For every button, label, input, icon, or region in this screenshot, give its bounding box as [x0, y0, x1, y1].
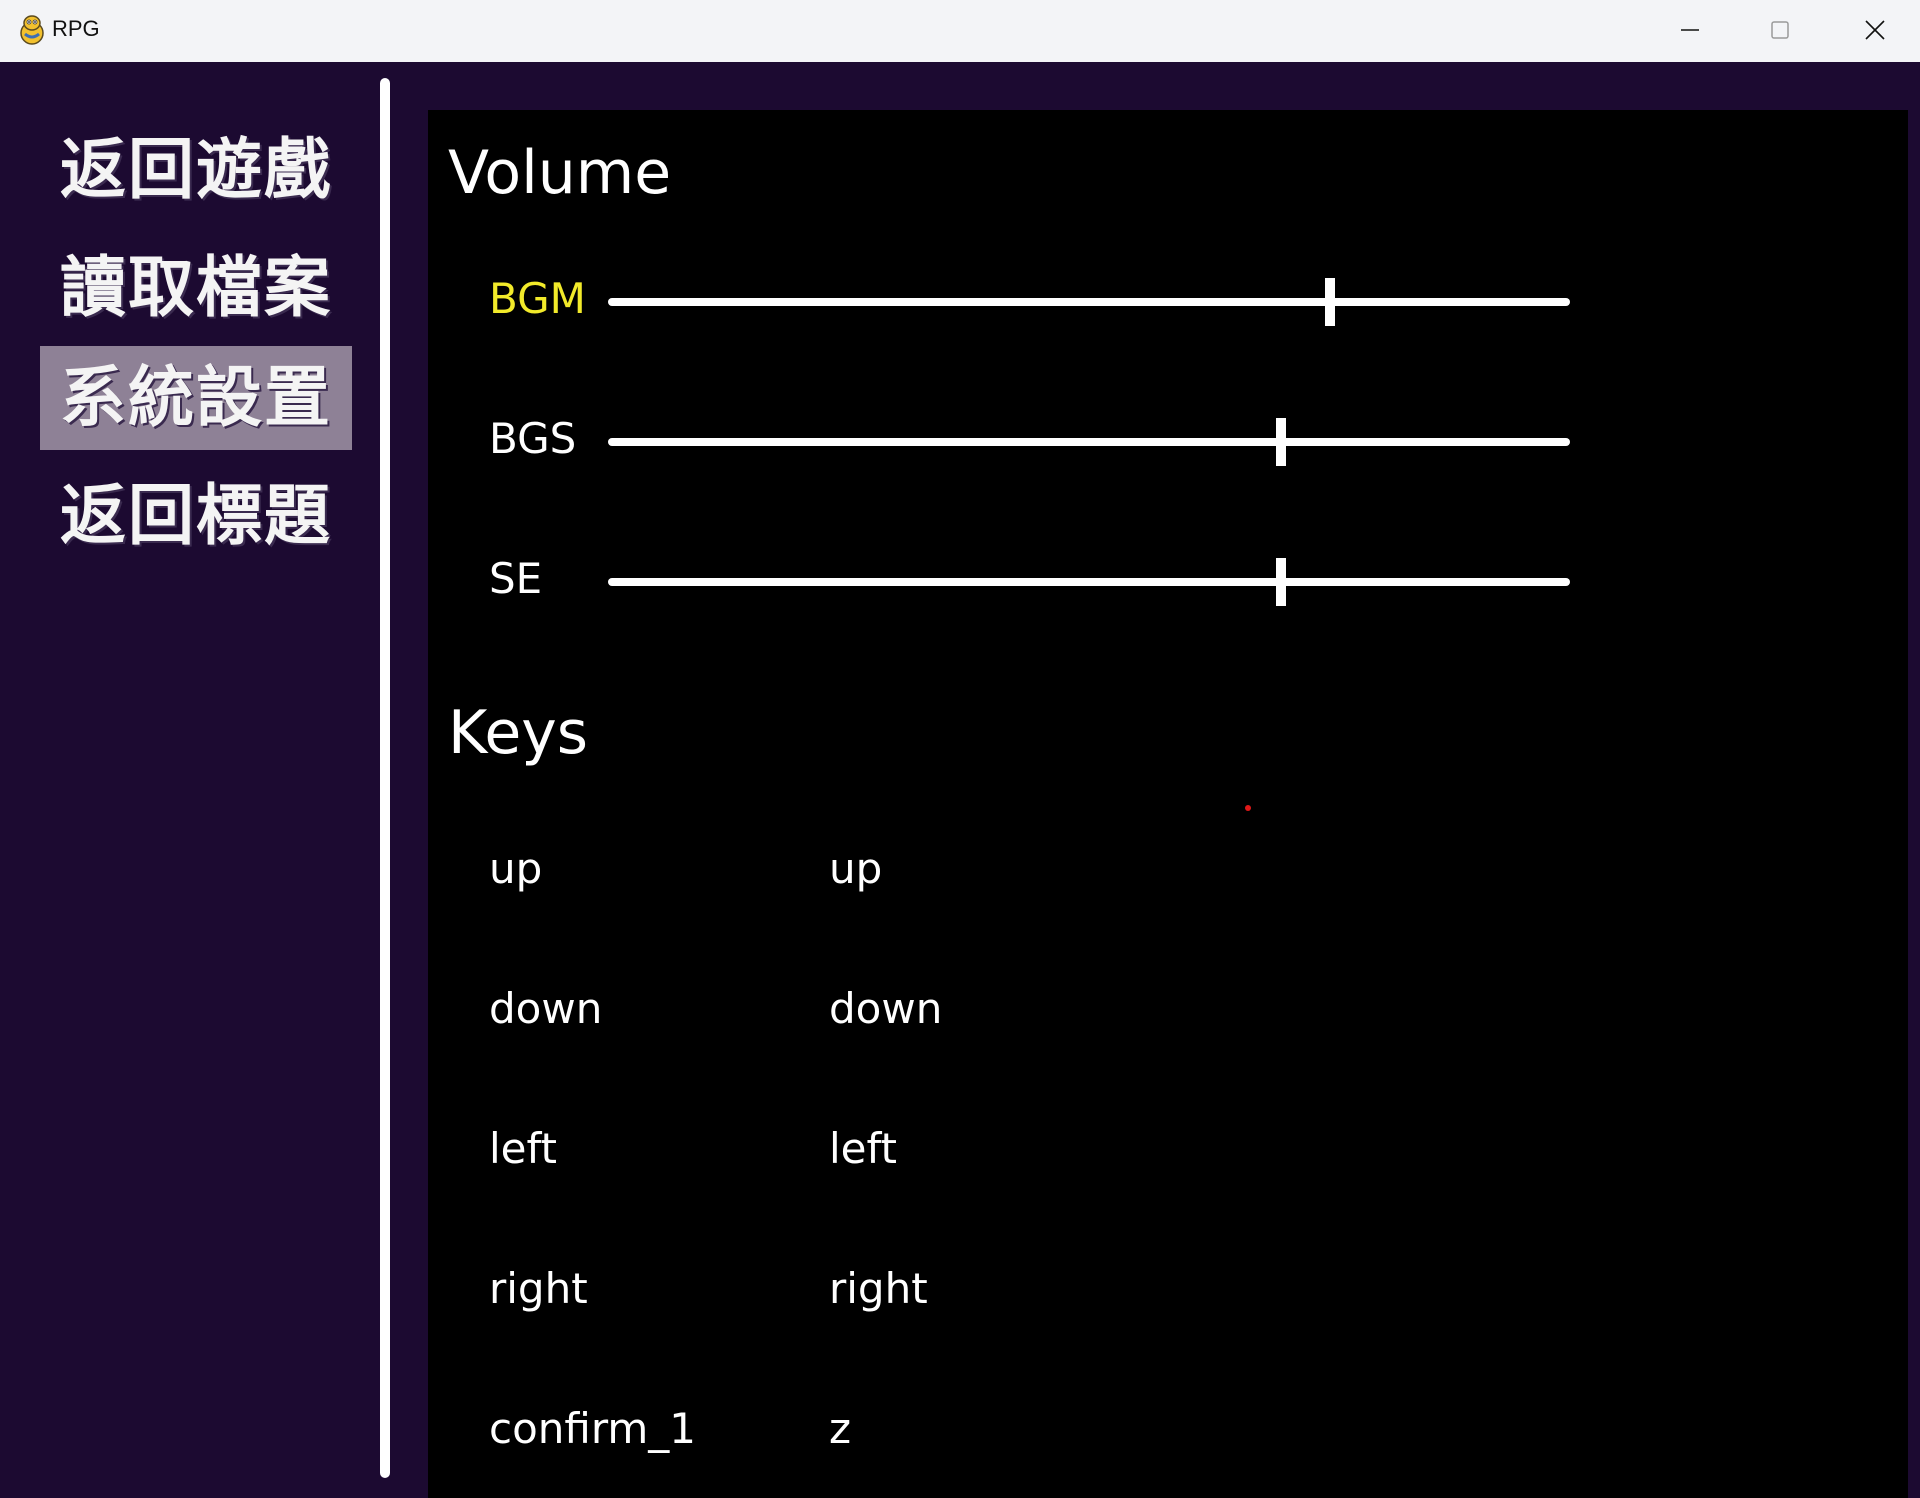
game-window: RPG 返回遊戲 讀取檔案 系統設置 返回標題 Volume BGM BGS S…	[0, 0, 1920, 1498]
se-slider[interactable]	[608, 558, 1570, 606]
key-action-left[interactable]: left	[489, 1124, 557, 1173]
key-binding-up[interactable]: up	[829, 844, 882, 893]
bgm-slider[interactable]	[608, 278, 1570, 326]
key-binding-left[interactable]: left	[829, 1124, 897, 1173]
bgs-slider[interactable]	[608, 418, 1570, 466]
maximize-icon	[1771, 21, 1789, 39]
cursor-dot	[1245, 805, 1251, 811]
slider-label-bgm: BGM	[489, 274, 586, 323]
se-slider-handle[interactable]	[1276, 558, 1287, 606]
bgs-slider-handle[interactable]	[1276, 418, 1287, 466]
key-binding-down[interactable]: down	[829, 984, 942, 1033]
key-action-confirm-1[interactable]: confirm_1	[489, 1404, 696, 1453]
pygame-snake-icon	[20, 15, 44, 45]
bgm-slider-handle[interactable]	[1324, 278, 1335, 326]
menu-item-return-title[interactable]: 返回標題	[40, 464, 352, 568]
close-button[interactable]	[1830, 0, 1920, 62]
menu-divider	[380, 78, 390, 1478]
settings-panel: Volume BGM BGS SE Keys up up down down l…	[428, 110, 1908, 1498]
window-title: RPG	[52, 16, 100, 41]
key-binding-confirm-1[interactable]: z	[829, 1404, 851, 1453]
menu-item-load-file[interactable]: 讀取檔案	[40, 236, 352, 340]
key-action-up[interactable]: up	[489, 844, 542, 893]
slider-label-bgs: BGS	[489, 414, 577, 463]
slider-label-se: SE	[489, 554, 543, 603]
volume-title: Volume	[448, 138, 672, 208]
key-binding-right[interactable]: right	[829, 1264, 928, 1313]
game-screen: 返回遊戲 讀取檔案 系統設置 返回標題 Volume BGM BGS SE Ke…	[0, 62, 1920, 1498]
close-icon	[1865, 20, 1885, 40]
menu-item-return-game[interactable]: 返回遊戲	[40, 118, 352, 222]
minimize-icon	[1681, 29, 1699, 31]
keys-title: Keys	[448, 698, 589, 768]
key-action-down[interactable]: down	[489, 984, 602, 1033]
maximize-button[interactable]	[1735, 0, 1825, 62]
key-action-right[interactable]: right	[489, 1264, 588, 1313]
menu-item-system-settings[interactable]: 系統設置	[40, 346, 352, 450]
minimize-button[interactable]	[1645, 0, 1735, 62]
title-bar[interactable]: RPG	[0, 0, 1920, 63]
